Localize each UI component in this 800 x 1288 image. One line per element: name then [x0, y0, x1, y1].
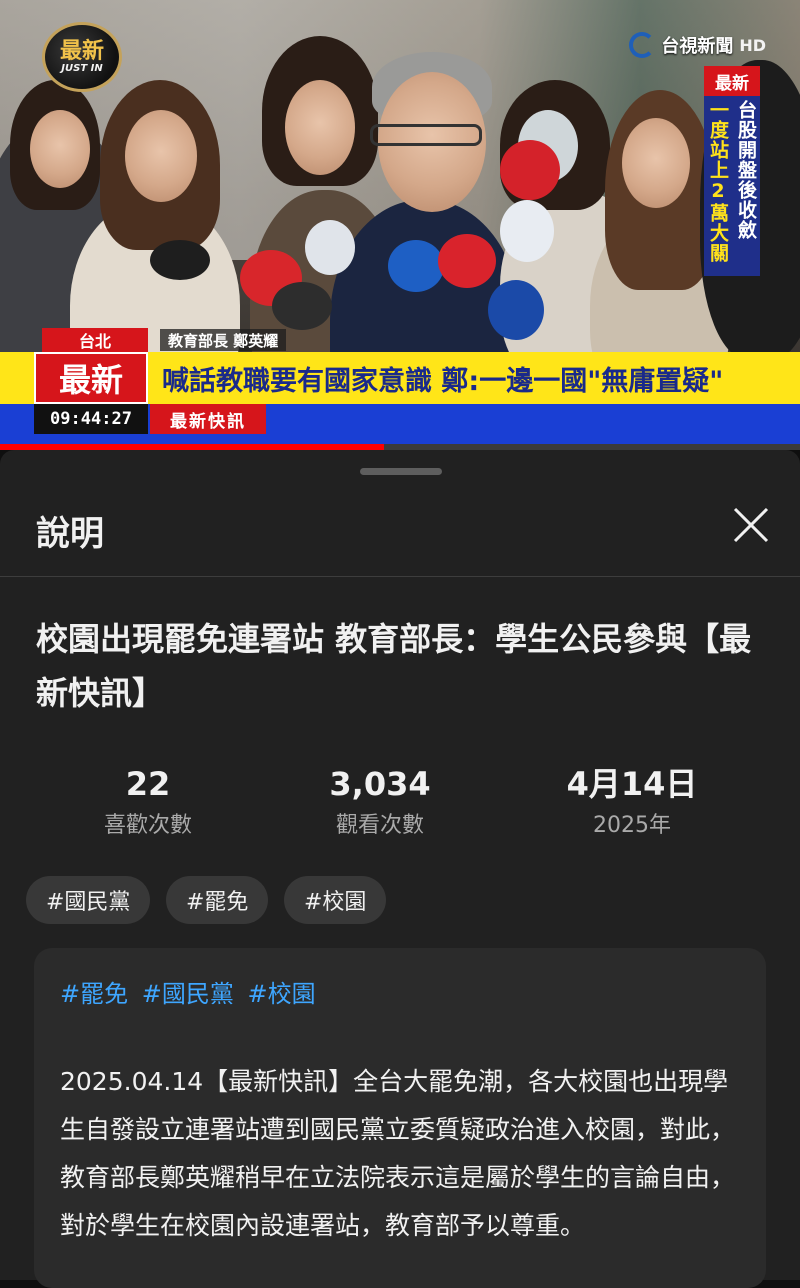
views-stat: 3,034 觀看次數 — [270, 762, 490, 846]
close-button[interactable] — [726, 500, 776, 550]
microphone-icon — [488, 280, 544, 340]
speaker-caption: 教育部長 鄭英耀 — [160, 329, 287, 351]
hashtag-chip[interactable]: #校園 — [284, 876, 387, 924]
just-in-badge: 最新 JUST IN — [42, 22, 122, 92]
microphone-icon — [272, 282, 332, 330]
publish-date: 4月14日 — [566, 765, 698, 803]
hashtag-chip[interactable]: #罷免 — [166, 876, 269, 924]
microphone-icon — [150, 240, 210, 280]
just-in-badge-title: 最新 — [59, 38, 104, 64]
reporter-head — [30, 110, 90, 188]
glasses-icon — [370, 124, 482, 146]
description-hashtags: #罷免 #國民黨 #校園 — [60, 972, 322, 1016]
likes-label: 喜歡次數 — [103, 813, 192, 838]
side-news-banner: 最新 一度站上2萬大關 台股開盤後收斂 — [704, 66, 760, 276]
reporter-head — [622, 118, 690, 208]
likes-stat: 22 喜歡次數 — [38, 762, 258, 846]
just-in-badge-subtitle: JUST IN — [61, 62, 103, 74]
publish-year: 2025年 — [593, 813, 671, 838]
description-text: 2025.04.14【最新快訊】全台大罷免潮，各大校園也出現學生自發設立連署站遭… — [60, 1067, 736, 1240]
side-news-header: 最新 — [704, 66, 760, 96]
reporter-head — [125, 110, 197, 202]
side-news-line-1: 一度站上2萬大關 — [707, 100, 729, 263]
views-label: 觀看次數 — [335, 813, 424, 838]
channel-logo-text: 台視新聞 — [661, 36, 734, 57]
microphone-icon — [500, 200, 554, 262]
hashtag-chip[interactable]: #國民黨 — [26, 876, 151, 924]
ticker-time: 09:44:27 — [34, 404, 148, 434]
close-icon — [733, 507, 769, 543]
headline-title: 喊話教職要有國家意識 鄭:一邊一國"無庸置疑" — [162, 365, 724, 397]
date-stat: 4月14日 2025年 — [522, 762, 742, 846]
hashtag-link[interactable]: #國民黨 — [142, 980, 234, 1008]
channel-logo-icon — [629, 32, 656, 58]
hashtag-link[interactable]: #校園 — [248, 980, 316, 1008]
microphone-icon — [500, 140, 560, 200]
views-count: 3,034 — [329, 765, 431, 803]
location-tag: 台北 — [42, 328, 148, 352]
reporter-head — [285, 80, 355, 175]
microphone-icon — [305, 220, 355, 275]
hd-badge: HD — [739, 35, 766, 55]
video-player[interactable]: 最新 JUST IN 台視新聞 HD 最新 一度站上2萬大關 台股開盤後收斂 台… — [0, 0, 800, 450]
ticker-label: 最新快訊 — [150, 404, 266, 434]
microphone-icon — [438, 234, 496, 288]
side-news-line-2: 台股開盤後收斂 — [735, 100, 757, 240]
headline-label: 最新 — [34, 352, 148, 404]
likes-count: 22 — [125, 765, 171, 803]
hashtag-link[interactable]: #罷免 — [60, 980, 128, 1008]
sheet-title: 說明 — [36, 514, 104, 554]
header-divider — [0, 576, 800, 577]
microphone-icon — [388, 240, 444, 292]
video-title: 校園出現罷免連署站 教育部長：學生公民參與【最新快訊】 — [36, 620, 752, 712]
channel-logo: 台視新聞 HD — [629, 30, 766, 60]
drag-handle[interactable] — [360, 468, 442, 475]
